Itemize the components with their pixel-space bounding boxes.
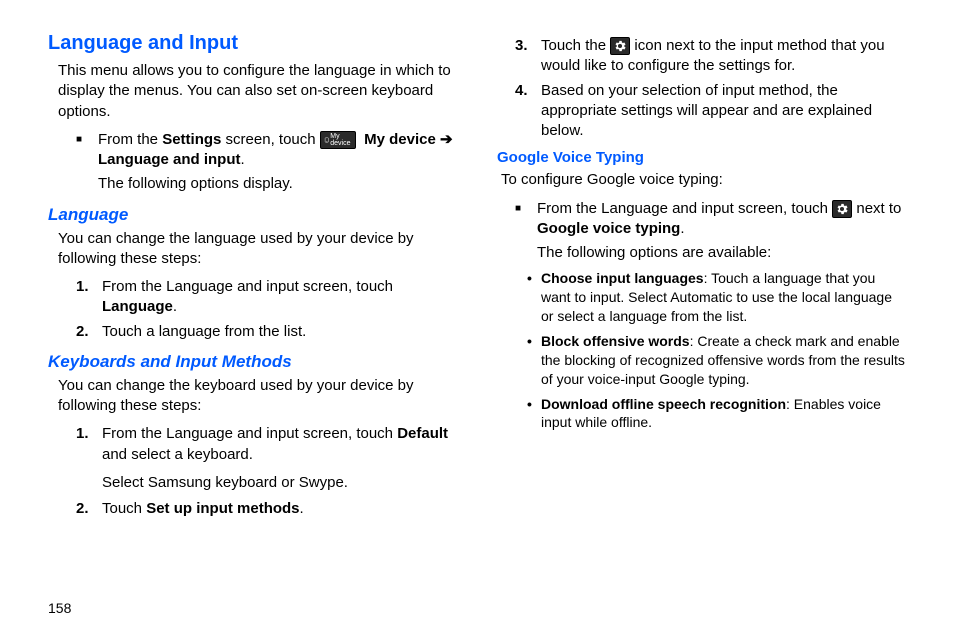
text: From the [98, 131, 162, 148]
bullet-dot-icon: • [527, 332, 541, 351]
keyboard-steps-list-2: 2. Touch Set up input methods. [76, 499, 457, 519]
list-item: 2. Touch a language from the list. [76, 322, 457, 342]
list-item: 2. Touch Set up input methods. [76, 499, 457, 519]
bold-my-device: My device [364, 131, 436, 148]
language-intro: You can change the language used by your… [58, 229, 457, 270]
left-column: Language and Input This menu allows you … [48, 32, 457, 616]
subheading-keyboards: Keyboards and Input Methods [48, 352, 457, 372]
gvt-from-bullet: ■ From the Language and input screen, to… [515, 199, 906, 240]
gvt-intro: To configure Google voice typing: [501, 170, 906, 190]
list-item: • Download offline speech recognition: E… [527, 395, 906, 433]
square-bullet-icon: ■ [515, 199, 537, 219]
following-options-display: The following options display. [98, 174, 457, 194]
text: . [241, 151, 245, 168]
list-item: • Choose input languages: Touch a langua… [527, 269, 906, 326]
gvt-options-list: • Choose input languages: Touch a langua… [527, 269, 906, 432]
list-item: 3. Touch the icon next to the input meth… [515, 36, 906, 77]
gear-icon [610, 37, 630, 55]
keyboards-intro: You can change the keyboard used by your… [58, 376, 457, 417]
bullet-dot-icon: • [527, 269, 541, 288]
keyboard-steps-list: 1. From the Language and input screen, t… [76, 424, 457, 465]
intro-paragraph: This menu allows you to configure the la… [58, 61, 457, 122]
page: Language and Input This menu allows you … [0, 0, 954, 636]
gear-icon [832, 200, 852, 218]
language-steps-list: 1. From the Language and input screen, t… [76, 277, 457, 342]
arrow-icon: ➔ [440, 131, 453, 148]
text: screen, touch [221, 131, 319, 148]
right-column: 3. Touch the icon next to the input meth… [497, 32, 906, 616]
gvt-following-available: The following options are available: [537, 243, 906, 263]
square-bullet-icon: ■ [76, 130, 98, 150]
subheading-google-voice-typing: Google Voice Typing [497, 149, 906, 166]
my-device-icon: My device [320, 131, 356, 149]
bullet-dot-icon: • [527, 395, 541, 414]
bold-language-and-input: Language and input [98, 151, 241, 168]
bold-settings: Settings [162, 131, 221, 148]
from-settings-bullet: ■ From the Settings screen, touch My dev… [76, 130, 457, 171]
list-item: 1. From the Language and input screen, t… [76, 424, 457, 465]
list-item: 1. From the Language and input screen, t… [76, 277, 457, 318]
subheading-language: Language [48, 205, 457, 225]
keyboard-sub-note: Select Samsung keyboard or Swype. [102, 473, 457, 493]
continued-steps-list: 3. Touch the icon next to the input meth… [515, 36, 906, 141]
two-column-layout: Language and Input This menu allows you … [48, 32, 906, 616]
list-item: • Block offensive words: Create a check … [527, 332, 906, 389]
list-item: 4. Based on your selection of input meth… [515, 81, 906, 142]
heading-language-and-input: Language and Input [48, 32, 457, 55]
page-number: 158 [48, 600, 71, 616]
